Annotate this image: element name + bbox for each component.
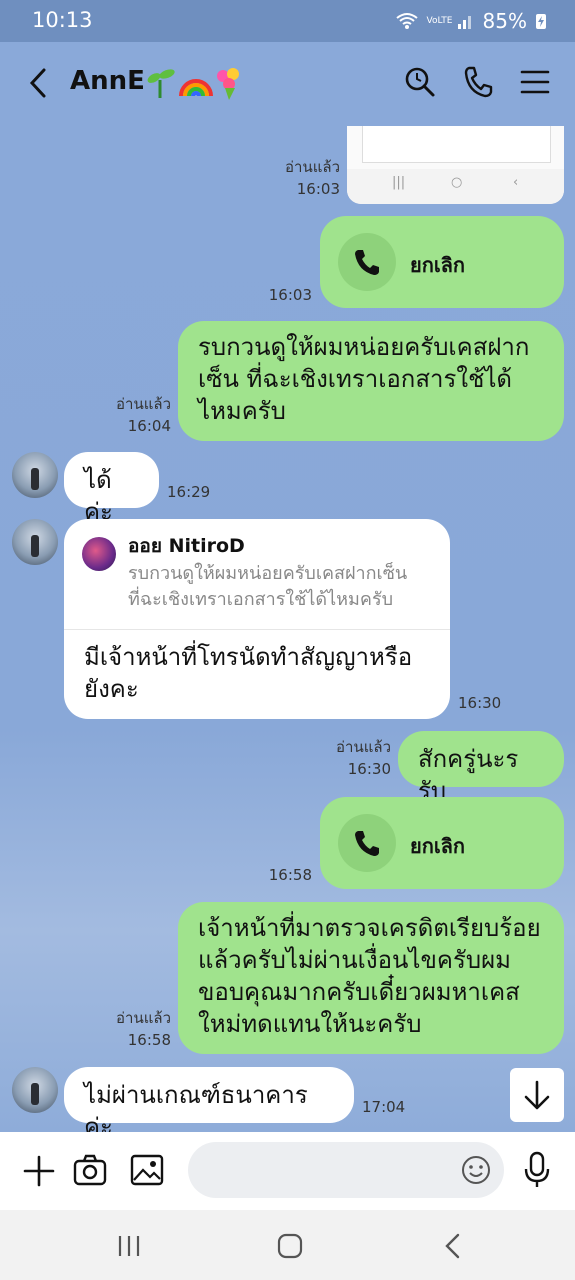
message-line: ขอบคุณมากครับเดี๋ยวผมหาเคส (198, 978, 520, 1006)
message-text: ไม่ผ่านเกณฑ์ธนาคารค่ะ (84, 1081, 308, 1132)
avatar[interactable] (12, 452, 58, 498)
microphone-icon[interactable] (520, 1150, 554, 1190)
message-meta: 16:03 (269, 284, 312, 306)
call-message[interactable]: ยกเลิก (320, 797, 564, 889)
message-time: 16:04 (127, 417, 171, 435)
chat-messages[interactable]: ||| ○ ‹ อ่านแล้ว 16:03 ยกเลิก 16:03 รบกว… (0, 126, 575, 1132)
quoted-text-line: รบกวนดูให้ผมหน่อยครับเคสฝากเซ็น (128, 563, 408, 584)
message-meta: 17:04 (362, 1096, 405, 1118)
name-emoji-icons (147, 68, 239, 100)
call-icon-circle (338, 233, 396, 291)
read-receipt: อ่านแล้ว (116, 1009, 171, 1027)
rainbow-emoji (179, 79, 213, 97)
message-line: มีเจ้าหน้าที่โทรนัดทำสัญญาหรือ (84, 643, 413, 671)
image-icon[interactable] (129, 1152, 165, 1188)
camera-icon[interactable] (72, 1152, 108, 1188)
text-message[interactable]: ไม่ผ่านเกณฑ์ธนาคารค่ะ (64, 1067, 354, 1132)
message-meta: 16:29 (167, 481, 210, 503)
back-nav-icon[interactable] (440, 1231, 466, 1261)
message-time: 17:04 (362, 1098, 406, 1116)
back-arrow-icon[interactable] (26, 66, 52, 100)
text-message[interactable]: เจ้าหน้าที่มาตรวจเครดิตเรียบร้อย แล้วครั… (178, 902, 564, 1054)
message-line: เจ้าหน้าที่มาตรวจเครดิตเรียบร้อย (198, 914, 541, 942)
volte-badge: VoLTE (426, 16, 453, 26)
message-meta: อ่านแล้ว 16:30 (336, 736, 391, 780)
status-bar: 10:13 VoLTE 85% (0, 0, 575, 42)
text-message[interactable]: สักครู่นะรรับ (398, 731, 564, 805)
message-time: 16:30 (458, 694, 502, 712)
arrow-down-icon (524, 1080, 550, 1110)
quoted-text-line: ที่ฉะเชิงเทราเอกสารใช้ได้ไหมครับ (128, 589, 394, 610)
battery-icon (536, 14, 546, 29)
message-input-bar (0, 1132, 575, 1210)
avatar[interactable] (12, 1067, 58, 1113)
message-time: 16:03 (296, 180, 340, 198)
reply-message[interactable]: ออย NitiroD รบกวนดูให้ผมหน่อยครับเคสฝากเ… (64, 519, 450, 719)
message-input[interactable] (188, 1142, 504, 1198)
message-line: แล้วครับไม่ผ่านเงื่อนไขครับผม (198, 946, 511, 974)
message-line: รบกวนดูให้ผมหน่อยครับเคสฝาก (198, 333, 530, 361)
message-time: 16:30 (347, 760, 391, 778)
message-line: ไหมครับ (198, 397, 286, 425)
message-time: 16:03 (268, 286, 312, 304)
recent-apps-icon[interactable] (116, 1233, 142, 1259)
battery-percent: 85% (482, 9, 527, 33)
home-icon[interactable] (276, 1232, 304, 1260)
system-nav-bar (0, 1210, 575, 1280)
message-meta: 16:58 (269, 864, 312, 886)
chat-header: AnnE (0, 42, 575, 126)
signal-icon (457, 16, 471, 29)
call-status-label: ยกเลิก (410, 834, 466, 858)
message-text: สักครู่นะรรับ (418, 745, 519, 805)
text-message[interactable]: ได้ค่ะ (64, 452, 159, 526)
read-receipt: อ่านแล้ว (336, 738, 391, 756)
scroll-to-bottom-button[interactable] (510, 1068, 564, 1122)
menu-icon[interactable] (520, 64, 550, 100)
quoted-avatar (82, 537, 116, 571)
read-receipt: อ่านแล้ว (285, 158, 340, 176)
quoted-sender-name: ออย NitiroD (128, 535, 245, 557)
call-status-label: ยกเลิก (410, 253, 466, 277)
message-meta: 16:30 (458, 692, 501, 714)
avatar[interactable] (12, 519, 58, 565)
message-time: 16:29 (167, 483, 211, 501)
plus-icon[interactable] (22, 1154, 56, 1188)
phone-icon[interactable] (462, 64, 494, 100)
call-message[interactable]: ยกเลิก (320, 216, 564, 308)
phone-icon (355, 250, 379, 275)
message-text: ได้ค่ะ (84, 466, 113, 526)
wifi-icon (395, 13, 418, 29)
message-time: 16:58 (127, 1031, 171, 1049)
status-icons: VoLTE 85% (395, 9, 547, 33)
read-receipt: อ่านแล้ว (116, 395, 171, 413)
search-icon[interactable] (404, 64, 436, 100)
message-line: เซ็น ที่ฉะเชิงเทราเอกสารใช้ได้ (198, 365, 513, 393)
message-line: ยังคะ (84, 675, 139, 703)
text-message[interactable]: รบกวนดูให้ผมหน่อยครับเคสฝาก เซ็น ที่ฉะเช… (178, 321, 564, 441)
quoted-message[interactable]: ออย NitiroD รบกวนดูให้ผมหน่อยครับเคสฝากเ… (64, 519, 450, 630)
bouquet-emoji (217, 68, 239, 100)
chat-title[interactable]: AnnE (70, 66, 145, 96)
message-meta: อ่านแล้ว 16:58 (116, 1007, 171, 1051)
message-meta: อ่านแล้ว 16:04 (116, 393, 171, 437)
call-icon-circle (338, 814, 396, 872)
message-time: 16:58 (268, 866, 312, 884)
emoji-icon[interactable] (460, 1154, 492, 1186)
message-meta: อ่านแล้ว 16:03 (285, 156, 340, 200)
phone-icon (355, 831, 379, 856)
message-line: ใหม่ทดแทนให้นะครับ (198, 1010, 422, 1038)
image-message[interactable]: ||| ○ ‹ (347, 126, 564, 204)
seedling-emoji (147, 69, 175, 98)
status-time: 10:13 (32, 8, 93, 32)
